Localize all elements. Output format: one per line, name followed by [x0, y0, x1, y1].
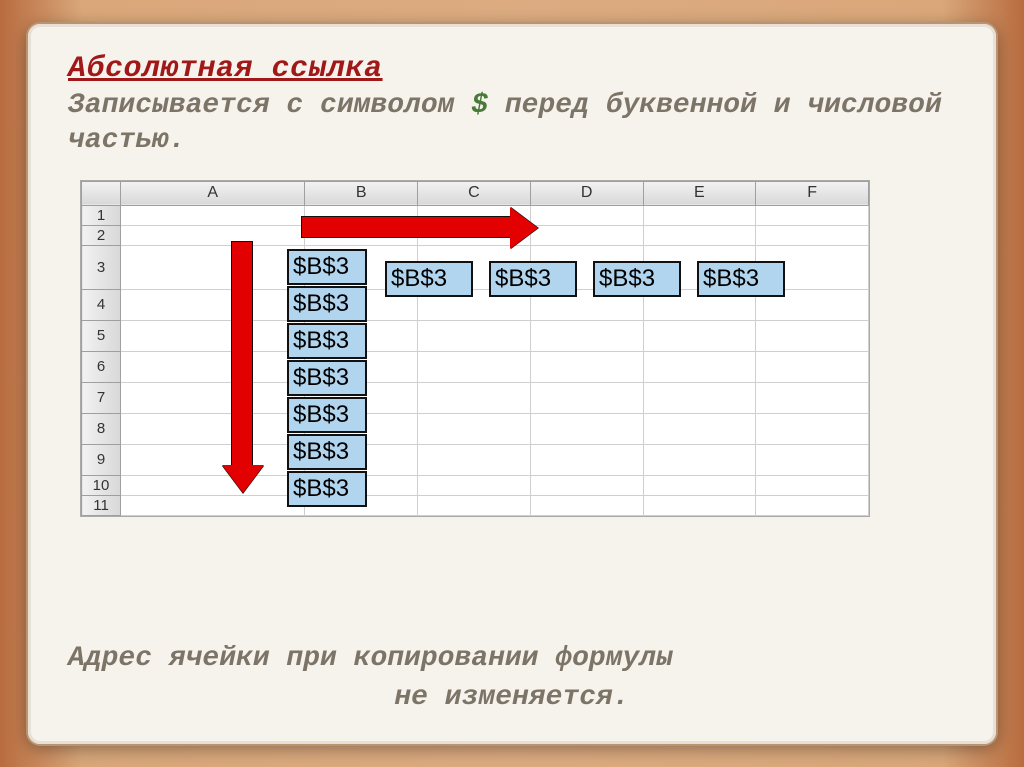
cell[interactable]: [418, 444, 531, 475]
row-header-3[interactable]: 3: [82, 245, 121, 289]
col-header-A[interactable]: A: [121, 181, 305, 205]
cell[interactable]: [756, 205, 869, 225]
data-cell-B8: $B$3: [287, 434, 367, 470]
row-header-7[interactable]: 7: [82, 382, 121, 413]
col-header-F[interactable]: F: [756, 181, 869, 205]
cell[interactable]: [643, 413, 756, 444]
cell[interactable]: [643, 475, 756, 495]
col-header-B[interactable]: B: [305, 181, 418, 205]
row-header-1[interactable]: 1: [82, 205, 121, 225]
cell[interactable]: [121, 382, 305, 413]
spreadsheet: A B C D E F 1 2 3 4 5 6 7 8 9 10 11: [80, 180, 870, 517]
cell[interactable]: [121, 225, 305, 245]
dollar-symbol: $: [471, 90, 505, 121]
data-cell-D3: $B$3: [489, 261, 577, 297]
cell[interactable]: [121, 444, 305, 475]
slide-frame: Абсолютная ссылка Записывается с символо…: [28, 24, 996, 744]
cell[interactable]: [530, 475, 643, 495]
cell[interactable]: [643, 205, 756, 225]
cell[interactable]: [530, 205, 643, 225]
cell[interactable]: [643, 320, 756, 351]
col-header-C[interactable]: C: [418, 181, 531, 205]
cell[interactable]: [418, 475, 531, 495]
row-header-2[interactable]: 2: [82, 225, 121, 245]
cell[interactable]: [121, 413, 305, 444]
data-cell-F3: $B$3: [697, 261, 785, 297]
cell[interactable]: [756, 351, 869, 382]
cell[interactable]: [756, 444, 869, 475]
subtitle-text-1: Записывается с символом: [68, 90, 471, 121]
row-header-10[interactable]: 10: [82, 475, 121, 495]
column-header-row: A B C D E F: [82, 181, 869, 205]
cell[interactable]: [756, 320, 869, 351]
cell[interactable]: [756, 413, 869, 444]
data-cell-E3: $B$3: [593, 261, 681, 297]
cell[interactable]: [121, 245, 305, 289]
footer-line-1: Адрес ячейки при копировании формулы: [68, 639, 956, 678]
cell[interactable]: [756, 382, 869, 413]
row-header-5[interactable]: 5: [82, 320, 121, 351]
cell[interactable]: [756, 225, 869, 245]
cell[interactable]: [530, 413, 643, 444]
cell[interactable]: [418, 382, 531, 413]
cell[interactable]: [530, 320, 643, 351]
corner-cell[interactable]: [82, 181, 121, 205]
cell[interactable]: [530, 444, 643, 475]
row-header-11[interactable]: 11: [82, 495, 121, 515]
cell[interactable]: [530, 495, 643, 515]
cell[interactable]: [530, 225, 643, 245]
row-header-9[interactable]: 9: [82, 444, 121, 475]
row-header-8[interactable]: 8: [82, 413, 121, 444]
slide-subtitle: Записывается с символом $ перед буквенно…: [68, 88, 956, 158]
spreadsheet-container: A B C D E F 1 2 3 4 5 6 7 8 9 10 11: [80, 180, 870, 517]
cell[interactable]: [756, 475, 869, 495]
cell[interactable]: [756, 495, 869, 515]
cell[interactable]: [121, 495, 305, 515]
slide-title: Абсолютная ссылка: [68, 52, 956, 86]
data-cell-B6: $B$3: [287, 360, 367, 396]
cell[interactable]: [643, 495, 756, 515]
cell[interactable]: [643, 351, 756, 382]
cell[interactable]: [121, 351, 305, 382]
cell[interactable]: [121, 320, 305, 351]
cell[interactable]: [643, 444, 756, 475]
data-cell-B7: $B$3: [287, 397, 367, 433]
cell[interactable]: [121, 205, 305, 225]
row-header-4[interactable]: 4: [82, 289, 121, 320]
row-header-6[interactable]: 6: [82, 351, 121, 382]
cell[interactable]: [121, 289, 305, 320]
data-cell-B3: $B$3: [287, 249, 367, 285]
cell[interactable]: [530, 382, 643, 413]
data-cell-C3: $B$3: [385, 261, 473, 297]
cell[interactable]: [418, 351, 531, 382]
cell[interactable]: [530, 351, 643, 382]
cell[interactable]: [643, 382, 756, 413]
cell[interactable]: [418, 320, 531, 351]
cell[interactable]: [121, 475, 305, 495]
footer-line-2: не изменяется.: [68, 678, 956, 717]
footer-text: Адрес ячейки при копировании формулы не …: [68, 639, 956, 717]
arrow-down-icon: [231, 241, 253, 466]
cell[interactable]: [418, 413, 531, 444]
data-cell-B9: $B$3: [287, 471, 367, 507]
col-header-E[interactable]: E: [643, 181, 756, 205]
arrow-right-icon: [301, 216, 511, 238]
cell[interactable]: [418, 495, 531, 515]
data-cell-B5: $B$3: [287, 323, 367, 359]
col-header-D[interactable]: D: [530, 181, 643, 205]
data-cell-B4: $B$3: [287, 286, 367, 322]
cell[interactable]: [643, 225, 756, 245]
